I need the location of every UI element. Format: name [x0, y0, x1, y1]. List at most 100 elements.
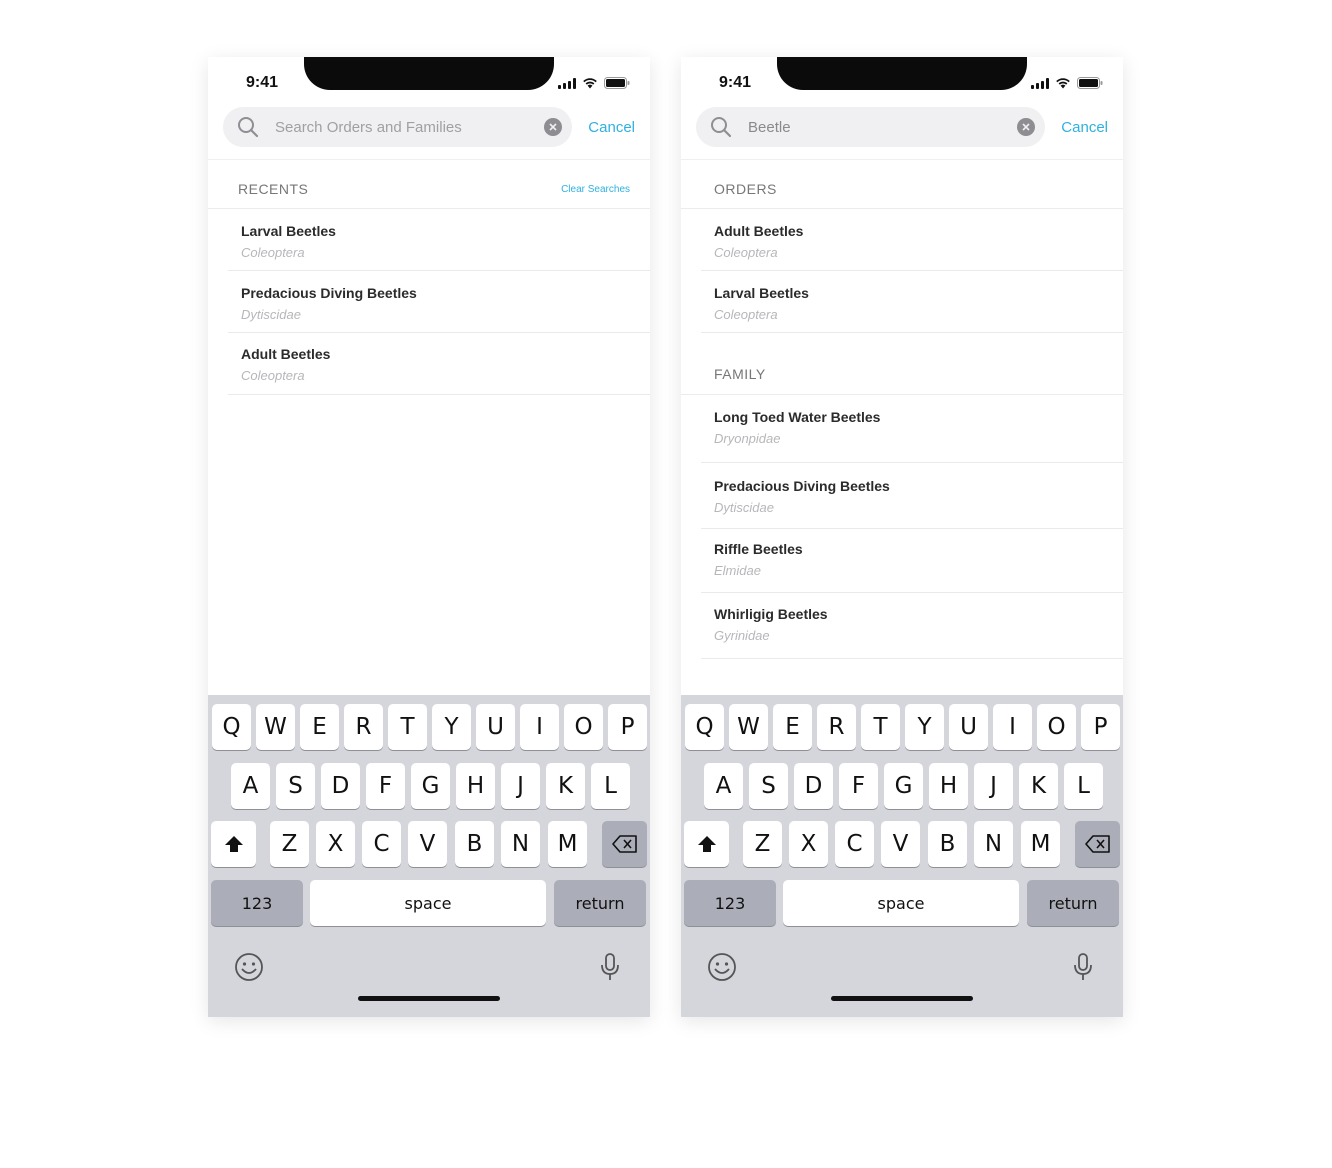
search-field[interactable] — [223, 107, 573, 147]
key-p[interactable]: P — [608, 704, 647, 750]
keyboard: Q W E R T Y U I O P A S D F G H J K L Z … — [208, 695, 650, 1017]
key-n[interactable]: N — [501, 821, 540, 867]
key-y[interactable]: Y — [432, 704, 471, 750]
list-item[interactable]: Whirligig Beetles Gyrinidae — [701, 593, 1123, 659]
key-a[interactable]: A — [231, 763, 270, 809]
list-item[interactable]: Riffle Beetles Elmidae — [701, 529, 1123, 593]
key-f[interactable]: F — [366, 763, 405, 809]
search-field[interactable] — [696, 107, 1046, 147]
key-q[interactable]: Q — [685, 704, 724, 750]
key-u[interactable]: U — [476, 704, 515, 750]
key-s[interactable]: S — [276, 763, 315, 809]
status-icons — [1031, 77, 1103, 89]
item-subtitle: Coleoptera — [241, 368, 305, 383]
key-j[interactable]: J — [501, 763, 540, 809]
key-w[interactable]: W — [256, 704, 295, 750]
section-title: RECENTS — [238, 181, 309, 197]
list-item[interactable]: Predacious Diving Beetles Dytiscidae — [228, 271, 650, 333]
key-i[interactable]: I — [993, 704, 1032, 750]
key-b[interactable]: B — [928, 821, 967, 867]
return-key[interactable]: return — [1027, 880, 1119, 926]
list-item[interactable]: Adult Beetles Coleoptera — [701, 209, 1123, 271]
numbers-key[interactable]: 123 — [684, 880, 776, 926]
clear-search-icon[interactable] — [1017, 118, 1036, 136]
key-i[interactable]: I — [520, 704, 559, 750]
list-item[interactable]: Larval Beetles Coleoptera — [701, 271, 1123, 333]
key-l[interactable]: L — [1064, 763, 1103, 809]
item-title: Adult Beetles — [241, 346, 331, 362]
key-t[interactable]: T — [861, 704, 900, 750]
key-j[interactable]: J — [974, 763, 1013, 809]
space-key[interactable]: space — [310, 880, 546, 926]
list-item[interactable]: Larval Beetles Coleoptera — [228, 209, 650, 271]
key-q[interactable]: Q — [212, 704, 251, 750]
key-p[interactable]: P — [1081, 704, 1120, 750]
cancel-button[interactable]: Cancel — [1061, 119, 1108, 136]
key-v[interactable]: V — [881, 821, 920, 867]
key-g[interactable]: G — [411, 763, 450, 809]
wifi-icon — [1055, 77, 1071, 89]
space-key[interactable]: space — [783, 880, 1019, 926]
key-n[interactable]: N — [974, 821, 1013, 867]
emoji-icon[interactable] — [234, 952, 264, 987]
list-item[interactable]: Predacious Diving Beetles Dytiscidae — [701, 463, 1123, 529]
key-c[interactable]: C — [362, 821, 401, 867]
key-t[interactable]: T — [388, 704, 427, 750]
search-bar-row: Cancel — [696, 107, 1108, 147]
key-a[interactable]: A — [704, 763, 743, 809]
key-r[interactable]: R — [817, 704, 856, 750]
clear-searches-button[interactable]: Clear Searches — [561, 184, 630, 195]
key-y[interactable]: Y — [905, 704, 944, 750]
key-k[interactable]: K — [546, 763, 585, 809]
key-k[interactable]: K — [1019, 763, 1058, 809]
key-h[interactable]: H — [456, 763, 495, 809]
delete-key[interactable] — [602, 821, 647, 867]
key-f[interactable]: F — [839, 763, 878, 809]
key-u[interactable]: U — [949, 704, 988, 750]
clear-search-icon[interactable] — [544, 118, 563, 136]
item-subtitle: Dryonpidae — [714, 431, 781, 446]
key-g[interactable]: G — [884, 763, 923, 809]
mic-icon[interactable] — [600, 952, 620, 987]
key-m[interactable]: M — [548, 821, 587, 867]
item-title: Adult Beetles — [714, 223, 804, 239]
key-o[interactable]: O — [564, 704, 603, 750]
shift-key[interactable] — [211, 821, 256, 867]
shift-icon — [697, 836, 716, 852]
key-m[interactable]: M — [1021, 821, 1060, 867]
emoji-icon[interactable] — [707, 952, 737, 987]
key-e[interactable]: E — [300, 704, 339, 750]
key-v[interactable]: V — [408, 821, 447, 867]
key-r[interactable]: R — [344, 704, 383, 750]
key-d[interactable]: D — [321, 763, 360, 809]
key-h[interactable]: H — [929, 763, 968, 809]
key-x[interactable]: X — [316, 821, 355, 867]
list-item[interactable]: Adult Beetles Coleoptera — [228, 333, 650, 395]
key-s[interactable]: S — [749, 763, 788, 809]
mic-icon[interactable] — [1073, 952, 1093, 987]
key-d[interactable]: D — [794, 763, 833, 809]
key-o[interactable]: O — [1037, 704, 1076, 750]
shift-key[interactable] — [684, 821, 729, 867]
search-input[interactable] — [275, 118, 539, 136]
item-title: Larval Beetles — [241, 223, 336, 239]
cancel-button[interactable]: Cancel — [588, 119, 635, 136]
notch — [777, 57, 1027, 90]
section-title: ORDERS — [714, 181, 777, 197]
search-input[interactable] — [748, 118, 1012, 136]
numbers-key[interactable]: 123 — [211, 880, 303, 926]
key-x[interactable]: X — [789, 821, 828, 867]
delete-key[interactable] — [1075, 821, 1120, 867]
key-b[interactable]: B — [455, 821, 494, 867]
delete-icon — [1084, 835, 1110, 853]
key-e[interactable]: E — [773, 704, 812, 750]
key-c[interactable]: C — [835, 821, 874, 867]
key-l[interactable]: L — [591, 763, 630, 809]
return-key[interactable]: return — [554, 880, 646, 926]
key-z[interactable]: Z — [743, 821, 782, 867]
key-z[interactable]: Z — [270, 821, 309, 867]
item-subtitle: Coleoptera — [241, 245, 305, 260]
key-w[interactable]: W — [729, 704, 768, 750]
list-item[interactable]: Long Toed Water Beetles Dryonpidae — [701, 395, 1123, 463]
search-icon — [237, 115, 261, 139]
